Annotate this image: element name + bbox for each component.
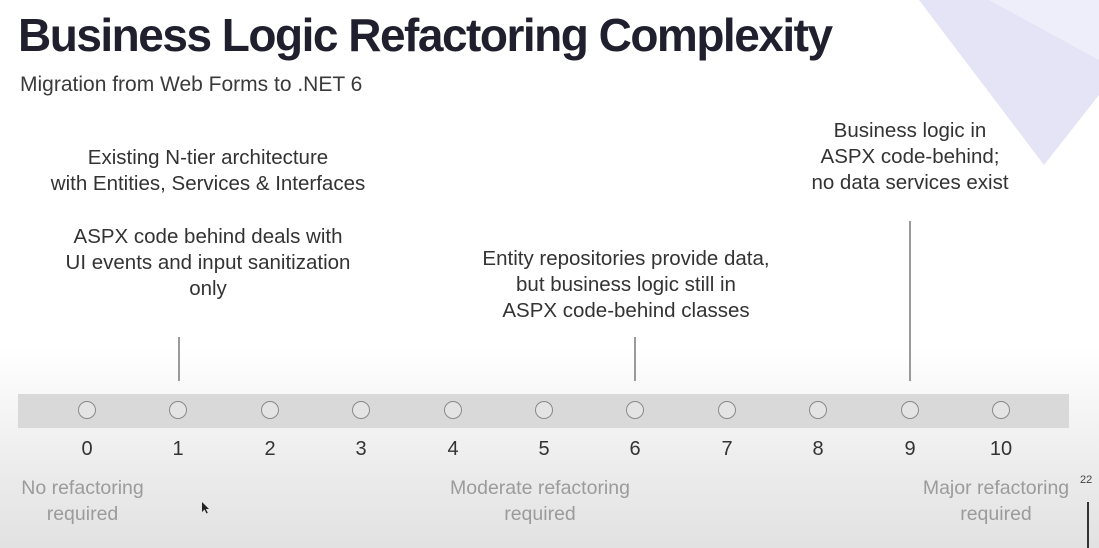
rating-option-1[interactable]	[169, 401, 187, 419]
rating-number-5: 5	[538, 438, 550, 460]
rating-option-6[interactable]	[626, 401, 644, 419]
rating-number-9: 9	[904, 438, 916, 460]
callout-entity-repositories: Entity repositories provide data, but bu…	[446, 246, 806, 324]
rating-option-5[interactable]	[535, 401, 553, 419]
callout-code-behind-logic: Business logic in ASPX code-behind; no d…	[760, 118, 1060, 196]
rating-number-7: 7	[721, 438, 733, 460]
marker-line-6	[634, 337, 636, 381]
callout-line: UI events and input sanitization	[65, 251, 351, 274]
legend-line: required	[504, 503, 576, 525]
legend-line: Moderate refactoring	[450, 477, 630, 499]
legend-line: required	[46, 503, 119, 525]
callout-line: ASPX code behind deals with	[73, 225, 343, 248]
legend-line: No refactoring	[21, 477, 144, 499]
callout-line: only	[189, 277, 227, 300]
callout-ntier-architecture: Existing N-tier architecture with Entiti…	[28, 145, 388, 197]
legend-major-refactoring: Major refactoring required	[880, 475, 1099, 527]
rating-option-9[interactable]	[901, 401, 919, 419]
slide-subtitle: Migration from Web Forms to .NET 6	[20, 73, 363, 96]
legend-line: required	[960, 503, 1032, 525]
rating-number-10: 10	[989, 438, 1013, 460]
rating-option-8[interactable]	[809, 401, 827, 419]
callout-line: with Entities, Services & Interfaces	[50, 172, 366, 195]
callout-line: no data services exist	[811, 171, 1009, 194]
rating-option-2[interactable]	[261, 401, 279, 419]
callout-aspx-ui-events: ASPX code behind deals with UI events an…	[28, 224, 388, 302]
rating-number-1: 1	[172, 438, 184, 460]
rating-number-0: 0	[81, 438, 93, 460]
rating-number-4: 4	[447, 438, 459, 460]
rating-option-7[interactable]	[718, 401, 736, 419]
callout-line: Entity repositories provide data,	[482, 247, 770, 270]
edge-divider	[1087, 502, 1089, 548]
slide-title: Business Logic Refactoring Complexity	[18, 9, 833, 61]
callout-line: Existing N-tier architecture	[87, 146, 329, 169]
rating-number-8: 8	[812, 438, 824, 460]
callout-line: Business logic in	[833, 119, 987, 142]
marker-line-9	[909, 221, 911, 381]
rating-number-3: 3	[355, 438, 367, 460]
rating-option-3[interactable]	[352, 401, 370, 419]
mouse-cursor-icon	[202, 502, 209, 514]
callout-line: but business logic still in	[516, 273, 736, 296]
legend-moderate-refactoring: Moderate refactoring required	[420, 475, 660, 527]
rating-option-0[interactable]	[78, 401, 96, 419]
rating-number-6: 6	[629, 438, 641, 460]
legend-line: Major refactoring	[922, 477, 1070, 499]
marker-line-1	[178, 337, 180, 381]
legend-no-refactoring: No refactoring required	[0, 475, 165, 527]
callout-line: ASPX code-behind;	[820, 145, 1000, 168]
rating-option-4[interactable]	[444, 401, 462, 419]
callout-line: ASPX code-behind classes	[502, 299, 750, 322]
rating-number-2: 2	[264, 438, 276, 460]
page-number: 22	[1080, 474, 1093, 486]
rating-option-10[interactable]	[992, 401, 1010, 419]
